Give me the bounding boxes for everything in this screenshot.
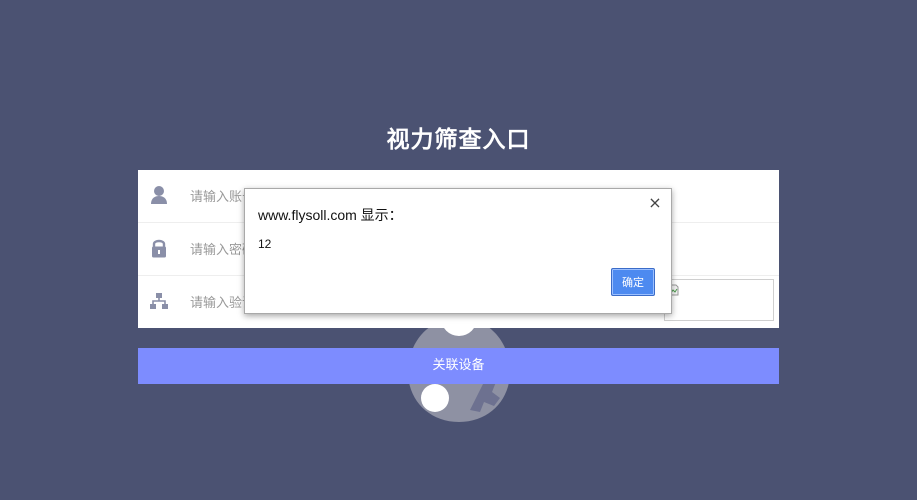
page-title: 视力筛查入口	[386, 127, 531, 153]
page: 视力筛查入口 请输入账号 请输入验证码 关联设备 www.flysoll.com…	[0, 0, 917, 500]
sitemap-icon	[150, 293, 168, 309]
ok-button[interactable]: 确定	[611, 268, 655, 296]
dialog-title: www.flysoll.com 显示：	[258, 207, 403, 223]
link-device-button[interactable]: 关联设备	[138, 348, 779, 384]
alert-dialog: www.flysoll.com 显示： × 12 确定	[244, 188, 672, 314]
lock-icon	[152, 239, 166, 258]
dialog-message: 12	[258, 237, 272, 251]
captcha-image[interactable]	[664, 279, 774, 321]
user-icon	[151, 186, 167, 204]
close-icon[interactable]: ×	[647, 195, 663, 211]
